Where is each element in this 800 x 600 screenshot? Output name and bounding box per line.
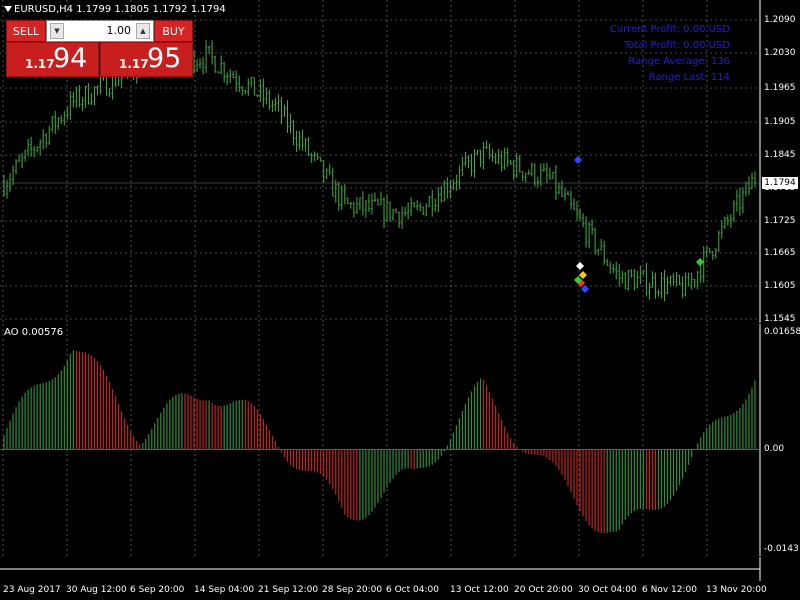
sell-price-button[interactable]: 1.17 94 [6,42,99,77]
trade-marker-icon [579,271,587,279]
trade-marker-icon [576,262,584,270]
price-axis-label: 1.1665 [764,248,796,258]
time-axis-label: 20 Oct 20:00 [514,585,573,595]
symbol-dropdown-icon[interactable] [4,6,12,12]
price-axis-label: 1.2030 [764,48,796,58]
buy-price-prefix: 1.17 [119,57,149,71]
time-axis-label: 21 Sep 12:00 [258,585,319,595]
time-axis-label: 30 Oct 04:00 [578,585,637,595]
total-profit-text: Total Profit: 0.00 USD [624,40,730,51]
price-chart-pane[interactable]: EURUSD,H4 1.1799 1.1805 1.1792 1.1794 Cu… [0,0,800,323]
trade-marker-icon [696,258,704,266]
time-axis-label: 13 Oct 12:00 [450,585,509,595]
price-axis-label: 1.1965 [764,83,796,93]
price-axis-label: 1.1905 [764,117,796,127]
one-click-trading-panel: SELL ▼ 1.00 ▲ BUY 1.17 94 1.17 95 [6,19,193,77]
price-axis-label: 1.1605 [764,281,796,291]
trade-marker-icon [581,285,589,293]
lot-decrease-icon[interactable]: ▼ [50,23,64,39]
ao-axis-label: 0.00 [764,444,785,454]
lot-size-input[interactable]: ▼ 1.00 ▲ [46,20,154,42]
lot-increase-icon[interactable]: ▲ [136,23,150,39]
time-axis-label: 23 Aug 2017 [3,585,61,595]
range-last-text: Range Last: 114 [648,72,730,83]
current-profit-text: Current Profit: 0.00 USD [609,24,730,35]
ao-axis-label: 0.01658 [764,327,800,337]
price-axis-label: 1.2090 [764,15,796,25]
current-price-tag: 1.1794 [762,177,798,189]
buy-button[interactable]: BUY [154,20,193,42]
sell-button[interactable]: SELL [6,20,46,42]
sell-price-pips: 94 [53,43,88,74]
price-axis-label: 1.1545 [764,314,796,324]
chart-title: EURUSD,H4 1.1799 1.1805 1.1792 1.1794 [4,4,226,15]
time-axis-label: 28 Sep 20:00 [322,585,383,595]
ao-label: AO 0.00576 [4,327,64,338]
trade-marker-icon [574,156,582,164]
empty-indicator-frame [0,557,761,581]
buy-price-pips: 95 [147,43,182,74]
time-axis-label: 30 Aug 12:00 [66,585,127,595]
empty-indicator-pane[interactable] [0,557,800,581]
buy-price-button[interactable]: 1.17 95 [100,42,193,77]
lot-size-value[interactable]: 1.00 [67,24,132,37]
time-axis-label: 14 Sep 04:00 [194,585,255,595]
sell-price-prefix: 1.17 [25,57,55,71]
time-axis-label: 6 Sep 20:00 [130,585,185,595]
range-average-text: Range Average: 136 [628,56,730,67]
time-axis-label: 6 Nov 12:00 [642,585,697,595]
ao-chart [0,324,761,556]
ao-axis-label: -0.0143 [764,544,799,554]
time-axis-label: 13 Nov 20:00 [706,585,767,595]
ao-indicator-pane[interactable]: AO 0.00576 [0,324,800,556]
time-axis-label: 6 Oct 04:00 [386,585,439,595]
price-axis-label: 1.1725 [764,216,796,226]
price-axis-label: 1.1845 [764,150,796,160]
